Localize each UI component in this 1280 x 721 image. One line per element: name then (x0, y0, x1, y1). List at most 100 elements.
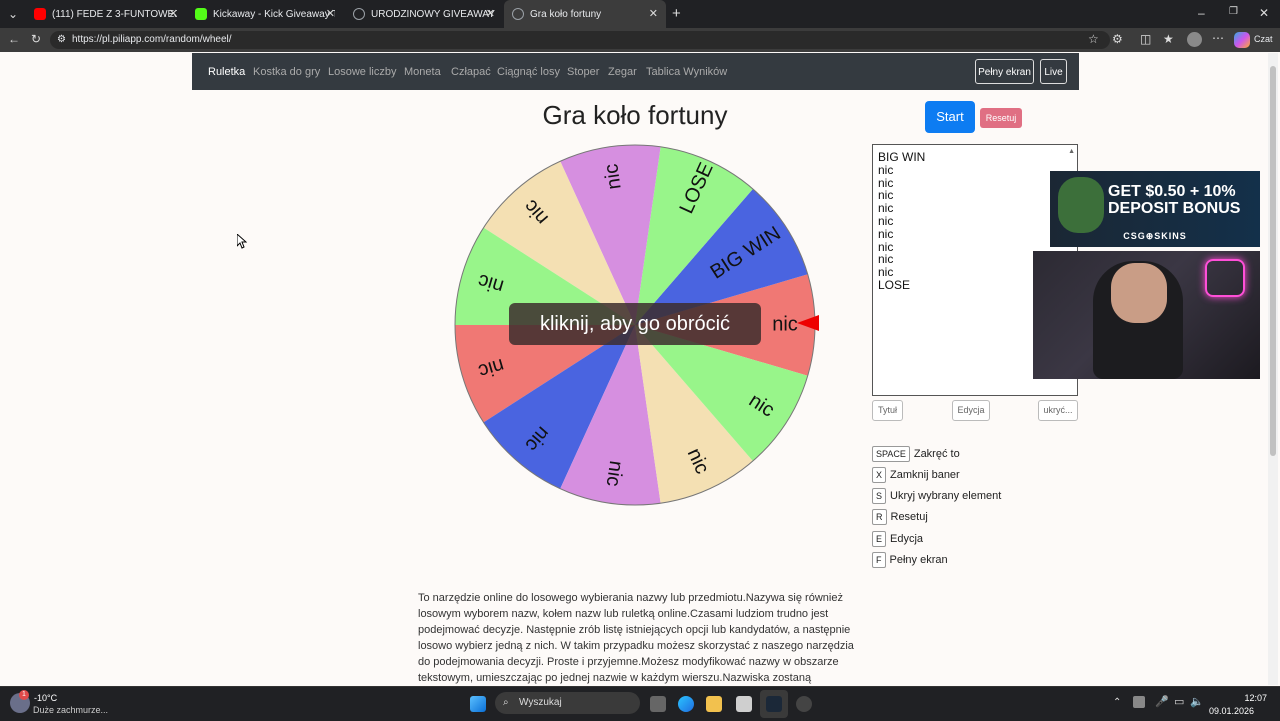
close-tab-icon[interactable]: ✕ (169, 7, 178, 20)
wheel-segment-label: nic (600, 162, 625, 190)
browser-tab-2[interactable]: Kickaway - Kick Giveaway Tool ✕ (187, 0, 343, 28)
close-tab-icon[interactable]: ✕ (649, 7, 658, 20)
store-icon[interactable] (736, 696, 752, 712)
file-explorer-icon[interactable] (706, 696, 722, 712)
reload-icon[interactable]: ↻ (31, 32, 41, 46)
key-cap: SPACE (872, 446, 910, 462)
edge-icon[interactable] (678, 696, 694, 712)
app-icon[interactable] (796, 696, 812, 712)
nav-link-ciagnac-losy[interactable]: Ciągnąć losy (497, 66, 560, 78)
start-button[interactable]: Start (925, 101, 975, 133)
tray-chevron-icon[interactable]: ⌃ (1113, 697, 1121, 708)
more-menu-icon[interactable]: ⋯ (1212, 31, 1224, 45)
favorite-star-icon[interactable]: ☆ (1088, 32, 1099, 46)
clock-date[interactable]: 09.01.2026 (1204, 706, 1254, 716)
globe-icon (512, 8, 524, 20)
task-view-icon[interactable] (650, 696, 666, 712)
taskbar-search-input[interactable]: ⌕ Wyszukaj (495, 692, 640, 714)
window-close-icon[interactable]: ✕ (1259, 6, 1269, 20)
tab-title: (111) FEDE Z 3-FUNTOWEJ ARMAT (52, 8, 177, 20)
fullscreen-button[interactable]: Pełny ekran (975, 59, 1034, 84)
site-navbar: Ruletka Kostka do gry Losowe liczby Mone… (192, 53, 1079, 90)
favorites-icon[interactable]: ★ (1163, 32, 1174, 46)
key-cap: E (872, 531, 887, 547)
copilot-label[interactable]: Czat (1254, 34, 1273, 44)
nav-link-ruletka[interactable]: Ruletka (208, 66, 245, 78)
key-cap: S (872, 488, 887, 504)
name-line: nic (878, 201, 894, 216)
youtube-icon (34, 8, 46, 20)
mouse-cursor-icon (237, 234, 247, 249)
microphone-icon[interactable]: 🎤 (1155, 695, 1169, 708)
name-line: nic (878, 213, 894, 228)
nav-link-kostka[interactable]: Kostka do gry (253, 66, 320, 78)
notification-badge: 1 (19, 690, 29, 700)
name-line: BIG WIN (878, 150, 926, 164)
close-tab-icon[interactable]: ✕ (326, 7, 335, 20)
site-info-icon[interactable]: ⚙ (57, 31, 66, 49)
key-cap: R (872, 509, 887, 525)
hide-button[interactable]: ukryć... (1038, 400, 1078, 421)
search-placeholder: Wyszukaj (519, 697, 562, 708)
browser-tab-4[interactable]: Gra koło fortuny ✕ (504, 0, 666, 28)
split-screen-icon[interactable]: ◫ (1140, 32, 1151, 46)
back-arrow-icon[interactable]: ← (8, 32, 20, 46)
tab-list-chevron-icon[interactable]: ⌄ (8, 7, 18, 21)
url-text: https://pl.piliapp.com/random/wheel/ (72, 34, 232, 45)
shortcut-label: Pełny ekran (889, 554, 948, 566)
nav-link-tablica-wynikow[interactable]: Tablica Wyników (646, 66, 727, 78)
close-tab-icon[interactable]: ✕ (486, 7, 495, 20)
start-menu-icon[interactable] (470, 696, 486, 712)
weather-desc: Duże zachmurze... (33, 705, 109, 715)
shortcut-f: F Pełny ekran (872, 552, 948, 568)
tab-title: URODZINOWY GIVEAWAY KAMILK (371, 8, 495, 20)
windows-taskbar: 1 -10°C Duże zachmurze... ⌃ 🎤 ▭ 🔈 12:07 … (0, 686, 1280, 721)
volume-icon[interactable]: 🔈 (1190, 695, 1204, 708)
nav-link-czlapac[interactable]: Człapać (451, 66, 491, 78)
nav-link-stoper[interactable]: Stoper (567, 66, 599, 78)
tab-title: Kickaway - Kick Giveaway Tool (213, 8, 335, 20)
reset-button[interactable]: Resetuj (980, 108, 1022, 128)
edit-button[interactable]: Edycja (952, 400, 990, 421)
profile-avatar[interactable] (1187, 32, 1202, 47)
shortcut-label: Zakręć to (913, 448, 960, 460)
ad-mascot-image (1058, 177, 1104, 233)
browser-tab-3[interactable]: URODZINOWY GIVEAWAY KAMILK ✕ (345, 0, 503, 28)
network-icon[interactable]: ▭ (1174, 695, 1184, 708)
key-cap: X (872, 467, 887, 483)
ad-brand-label: CSG⊕SKINS (1123, 231, 1187, 241)
ad-headline: GET $0.50 + 10% DEPOSIT BONUS (1108, 183, 1241, 217)
shortcut-x: X Zamknij baner (872, 467, 960, 483)
name-line: nic (878, 188, 894, 203)
wheel-segment-label: nic (602, 459, 627, 487)
neon-sign-icon (1205, 259, 1245, 297)
nav-link-moneta[interactable]: Moneta (404, 66, 441, 78)
copilot-icon[interactable] (1234, 32, 1250, 48)
spin-hint-label[interactable]: kliknij, aby go obrócić (509, 303, 761, 345)
scroll-up-arrow-icon[interactable]: ▲ (1068, 146, 1075, 159)
minimize-icon[interactable]: – (1198, 6, 1205, 20)
kick-icon (195, 8, 207, 20)
nav-link-losowe-liczby[interactable]: Losowe liczby (328, 66, 396, 78)
extensions-icon[interactable]: ⚙ (1112, 32, 1123, 46)
clock-time[interactable]: 12:07 (1227, 693, 1267, 703)
nav-link-zegar[interactable]: Zegar (608, 66, 637, 78)
address-field[interactable]: ⚙ https://pl.piliapp.com/random/wheel/ (50, 31, 1110, 49)
page-title: Gra koło fortuny (542, 100, 728, 130)
name-line: nic (878, 226, 894, 241)
shortcut-space: SPACE Zakręć to (872, 446, 960, 462)
title-button[interactable]: Tytuł (872, 400, 903, 421)
tray-app-icon[interactable] (1133, 696, 1145, 708)
shortcut-label: Zamknij baner (890, 469, 960, 481)
steam-icon[interactable] (766, 696, 782, 712)
restore-icon[interactable]: ❐ (1229, 6, 1238, 17)
browser-toolbar: ← ↻ ⚙ https://pl.piliapp.com/random/whee… (0, 28, 1280, 52)
streamer-face (1111, 263, 1167, 323)
new-tab-plus-icon[interactable]: + (672, 5, 681, 22)
page-scrollbar-thumb[interactable] (1270, 66, 1276, 456)
tab-title: Gra koło fortuny (530, 8, 602, 20)
live-button[interactable]: Live (1040, 59, 1067, 84)
browser-tab-1[interactable]: (111) FEDE Z 3-FUNTOWEJ ARMAT ✕ (26, 0, 186, 28)
globe-icon (353, 8, 365, 20)
shortcut-label: Resetuj (890, 511, 928, 523)
